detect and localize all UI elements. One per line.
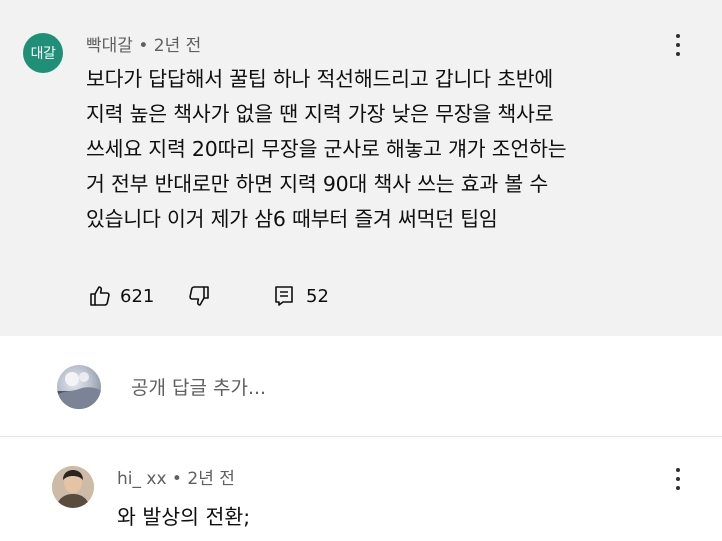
dislike-button[interactable] [187, 283, 211, 309]
reply-input[interactable]: 공개 답글 추가... [131, 373, 266, 400]
avatar-label: 대갈 [30, 46, 56, 62]
comment-line: 쓰세요 지력 20따리 무장을 군사로 해놓고 걔가 조언하는 [86, 137, 567, 161]
comment-icon [273, 284, 295, 308]
reply-composer [0, 336, 722, 436]
divider [0, 436, 722, 437]
reply-count: 52 [306, 285, 329, 307]
more-vertical-icon[interactable] [673, 468, 683, 490]
avatar [57, 365, 101, 409]
reply-meta: hi_ xx • 2년 전 [117, 464, 235, 489]
like-button[interactable]: 621 [88, 283, 154, 309]
replies-button[interactable]: 52 [273, 283, 329, 309]
comment-author[interactable]: 빡대갈 [86, 36, 133, 56]
comment-line: 지력 높은 책사가 없을 땐 지력 가장 낮은 무장을 책사로 [86, 102, 554, 126]
comment-text: 보다가 답답해서 꿀팁 하나 적선해드리고 갑니다 초반에 지력 높은 책사가 … [86, 62, 702, 237]
like-count: 621 [120, 285, 155, 307]
comment-meta: 빡대갈 • 2년 전 [86, 31, 201, 56]
reply-text: 와 발상의 전환; [117, 505, 251, 529]
avatar[interactable]: 대갈 [23, 33, 63, 73]
thumb-up-icon [88, 284, 112, 308]
comment-line: 보다가 답답해서 꿀팁 하나 적선해드리고 갑니다 초반에 [86, 67, 554, 91]
reply-time[interactable]: 2년 전 [187, 469, 235, 489]
comment-line: 있습니다 이거 제가 삼6 때부터 즐겨 써먹던 팁임 [86, 207, 498, 231]
meta-separator: • [132, 36, 154, 56]
comment-line: 거 전부 반대로만 하면 지력 90대 책사 쓰는 효과 볼 수 [86, 172, 549, 196]
comment-time[interactable]: 2년 전 [154, 36, 202, 56]
reply-author[interactable]: hi_ xx [117, 469, 167, 489]
thumb-down-icon [187, 284, 211, 308]
more-vertical-icon[interactable] [673, 34, 683, 56]
meta-separator: • [166, 469, 188, 489]
avatar[interactable] [52, 466, 94, 508]
